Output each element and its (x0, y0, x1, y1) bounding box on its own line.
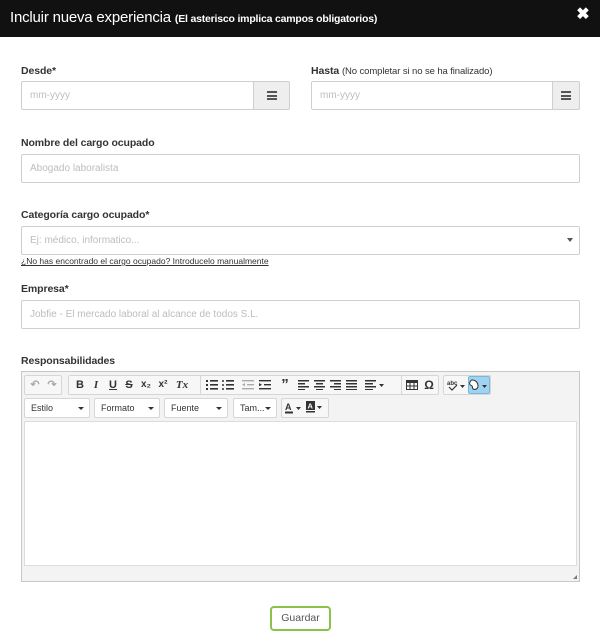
categoria-label-text: Categoría cargo ocupado (21, 209, 146, 221)
cargo-label: Nombre del cargo ocupado (21, 137, 155, 149)
empresa-input[interactable]: Jobfie - El mercado laboral al alcance d… (21, 300, 580, 329)
empresa-required-mark: * (64, 283, 69, 295)
style-select[interactable]: Estilo (24, 398, 90, 418)
history-group: ↶ ↷ (24, 375, 62, 395)
editor-toolbar-row-1: ↶ ↷ B I U S x₂ x² Tx ” Ω abc (22, 375, 579, 397)
dialog-title-text: Incluir nueva experiencia (10, 9, 171, 26)
dialog-header: Incluir nueva experiencia (El asterisco … (0, 0, 600, 37)
align-right-icon[interactable] (328, 376, 342, 394)
categoria-select[interactable]: Ej: médico, informatico... (21, 226, 580, 255)
hasta-label: Hasta (No completar si no se ha finaliza… (311, 65, 493, 77)
chevron-down-icon (78, 407, 84, 410)
categoria-required-mark: * (145, 209, 150, 221)
table-icon[interactable] (405, 376, 419, 394)
resize-handle-icon[interactable] (573, 575, 577, 579)
manual-cargo-link[interactable]: ¿No has encontrado el cargo ocupado? Int… (21, 256, 269, 266)
format-group: B I U S x₂ x² Tx (68, 375, 216, 395)
chevron-down-icon (148, 407, 154, 410)
italic-button[interactable]: I (89, 376, 103, 394)
categoria-label: Categoría cargo ocupado* (21, 209, 149, 221)
hasta-calendar-button[interactable] (552, 81, 580, 110)
undo-icon[interactable]: ↶ (28, 376, 42, 394)
tools-group: abc (443, 375, 491, 395)
dialog-subtitle: (El asterisco implica campos obligatorio… (174, 13, 378, 25)
paragraph-group: ” (200, 375, 417, 395)
desde-calendar-button[interactable] (253, 81, 290, 110)
rich-text-editor: ↶ ↷ B I U S x₂ x² Tx ” Ω abc Estilo Form… (21, 371, 580, 582)
bold-button[interactable]: B (73, 376, 87, 394)
svg-text:A: A (285, 402, 292, 412)
format-select[interactable]: Formato (94, 398, 160, 418)
style-select-label: Estilo (31, 403, 54, 413)
special-char-button[interactable]: Ω (422, 376, 436, 394)
categoria-placeholder: Ej: médico, informatico... (30, 235, 140, 246)
bulleted-list-icon[interactable] (221, 376, 235, 394)
close-icon[interactable]: ✖ (576, 7, 590, 23)
size-select[interactable]: Tam... (233, 398, 277, 418)
save-button[interactable]: Guardar (270, 606, 331, 631)
underline-button[interactable]: U (106, 376, 120, 394)
color-picker-icon[interactable] (468, 376, 490, 394)
indent-icon[interactable] (258, 376, 272, 394)
calendar-icon (267, 91, 277, 100)
size-select-label: Tam... (240, 403, 265, 413)
redo-icon[interactable]: ↷ (45, 376, 59, 394)
empresa-label-text: Empresa (21, 283, 65, 295)
desde-label-text: Desde (21, 65, 53, 77)
align-center-icon[interactable] (312, 376, 326, 394)
editor-toolbar-row-2: Estilo Formato Fuente Tam... A A (22, 398, 579, 420)
editor-content-area[interactable] (24, 421, 577, 566)
bidi-dropdown-icon[interactable] (364, 376, 386, 394)
svg-text:A: A (308, 402, 314, 411)
font-select-label: Fuente (171, 403, 200, 413)
numbered-list-icon[interactable] (205, 376, 219, 394)
hasta-input[interactable]: mm-yyyy (311, 81, 554, 110)
blockquote-button[interactable]: ” (278, 376, 292, 394)
desde-required-mark: * (52, 65, 57, 77)
chevron-down-icon (265, 407, 271, 410)
strikethrough-button[interactable]: S (122, 376, 136, 394)
dialog-title: Incluir nueva experiencia (El asterisco … (10, 9, 377, 26)
superscript-button[interactable]: x² (156, 376, 170, 394)
desde-label: Desde* (21, 65, 56, 77)
desde-input[interactable]: mm-yyyy (21, 81, 254, 110)
align-justify-icon[interactable] (344, 376, 358, 394)
hasta-hint: (No completar si no se ha finalizado) (341, 66, 493, 77)
hasta-label-text: Hasta (311, 65, 340, 77)
outdent-icon[interactable] (241, 376, 255, 394)
color-group: A A (281, 398, 329, 418)
spellcheck-icon[interactable]: abc (447, 376, 467, 394)
text-color-icon[interactable]: A (285, 399, 305, 417)
font-select[interactable]: Fuente (164, 398, 228, 418)
chevron-down-icon[interactable] (567, 238, 573, 242)
format-select-label: Formato (101, 403, 135, 413)
calendar-icon (561, 91, 571, 100)
chevron-down-icon (216, 407, 222, 410)
insert-group: Ω (401, 375, 439, 395)
cargo-input[interactable]: Abogado laboralista (21, 154, 580, 183)
responsabilidades-label: Responsabilidades (21, 355, 115, 367)
remove-format-button[interactable]: Tx (175, 376, 189, 394)
background-color-icon[interactable]: A (306, 399, 326, 417)
align-left-icon[interactable] (296, 376, 310, 394)
subscript-button[interactable]: x₂ (139, 376, 153, 394)
empresa-label: Empresa* (21, 283, 69, 295)
